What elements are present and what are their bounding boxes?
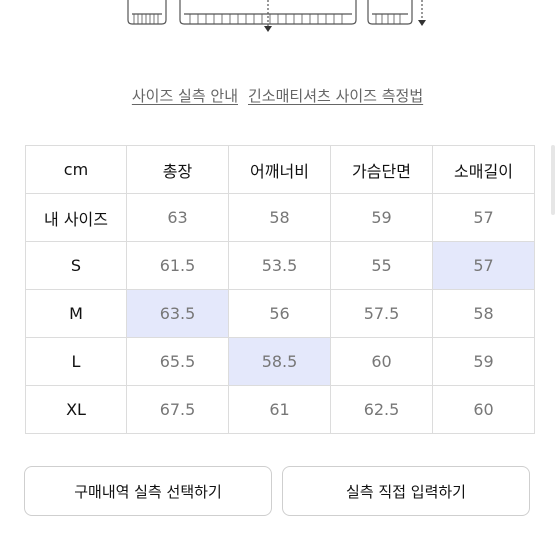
row-label: L bbox=[25, 337, 127, 386]
table-cell: 55 bbox=[330, 241, 433, 290]
table-row-s: S 61.5 53.5 55 57 bbox=[25, 241, 535, 290]
size-table: cm 총장 어깨너비 가슴단면 소매길이 내 사이즈 63 58 59 57 S… bbox=[25, 145, 535, 434]
direct-input-button[interactable]: 실측 직접 입력하기 bbox=[282, 466, 530, 516]
table-cell: 59 bbox=[432, 337, 535, 386]
table-cell: 67.5 bbox=[126, 385, 229, 434]
table-cell: 57 bbox=[432, 193, 535, 242]
header-total-length: 총장 bbox=[126, 145, 229, 194]
table-cell: 57.5 bbox=[330, 289, 433, 338]
table-cell: 65.5 bbox=[126, 337, 229, 386]
measurement-illustration bbox=[127, 0, 426, 32]
row-label: M bbox=[25, 289, 127, 338]
table-cell: 62.5 bbox=[330, 385, 433, 434]
table-cell: 59 bbox=[330, 193, 433, 242]
table-cell: 60 bbox=[330, 337, 433, 386]
row-label: XL bbox=[25, 385, 127, 434]
table-cell: 58 bbox=[228, 193, 331, 242]
scroll-indicator[interactable] bbox=[551, 145, 555, 215]
table-cell-highlighted: 63.5 bbox=[126, 289, 229, 338]
table-header-row: cm 총장 어깨너비 가슴단면 소매길이 bbox=[25, 145, 535, 194]
table-cell: 56 bbox=[228, 289, 331, 338]
table-row-l: L 65.5 58.5 60 59 bbox=[25, 337, 535, 386]
table-row-my-size: 내 사이즈 63 58 59 57 bbox=[25, 193, 535, 242]
long-sleeve-measure-guide-link[interactable]: 긴소매티셔츠 사이즈 측정법 bbox=[248, 87, 423, 105]
table-cell: 61 bbox=[228, 385, 331, 434]
size-measure-guide-link[interactable]: 사이즈 실측 안내 bbox=[132, 87, 238, 105]
table-cell-highlighted: 58.5 bbox=[228, 337, 331, 386]
header-chest-width: 가슴단면 bbox=[330, 145, 433, 194]
table-cell-highlighted: 57 bbox=[432, 241, 535, 290]
header-unit: cm bbox=[25, 145, 127, 194]
table-cell: 53.5 bbox=[228, 241, 331, 290]
table-row-xl: XL 67.5 61 62.5 60 bbox=[25, 385, 535, 434]
table-cell: 60 bbox=[432, 385, 535, 434]
table-cell: 58 bbox=[432, 289, 535, 338]
table-cell: 61.5 bbox=[126, 241, 229, 290]
size-guide-links: 사이즈 실측 안내 긴소매티셔츠 사이즈 측정법 bbox=[0, 85, 555, 106]
table-row-m: M 63.5 56 57.5 58 bbox=[25, 289, 535, 338]
header-shoulder-width: 어깨너비 bbox=[228, 145, 331, 194]
table-cell: 63 bbox=[126, 193, 229, 242]
row-label: 내 사이즈 bbox=[25, 193, 127, 242]
select-purchase-history-button[interactable]: 구매내역 실측 선택하기 bbox=[24, 466, 272, 516]
header-sleeve-length: 소매길이 bbox=[432, 145, 535, 194]
row-label: S bbox=[25, 241, 127, 290]
